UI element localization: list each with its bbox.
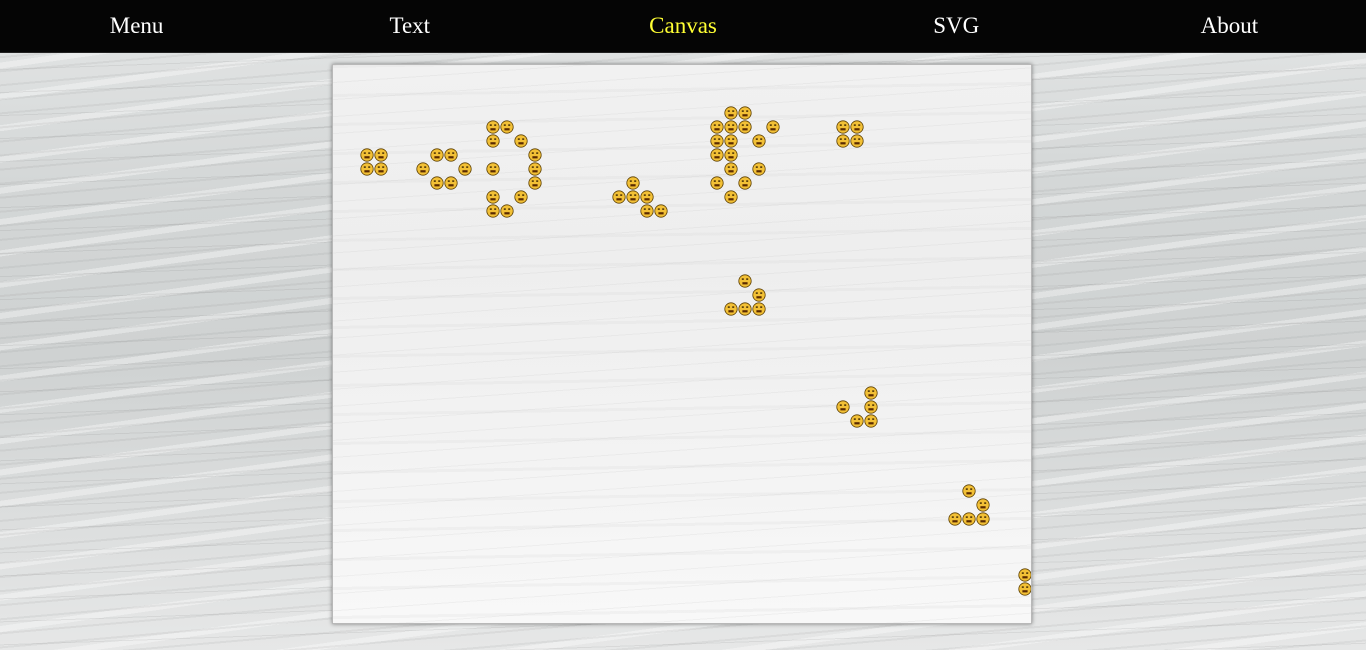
live-cell-smiley-icon bbox=[724, 120, 738, 134]
live-cell-smiley-icon bbox=[710, 148, 724, 162]
live-cell-smiley-icon bbox=[850, 120, 864, 134]
live-cell-smiley-icon bbox=[360, 162, 374, 176]
live-cell-smiley-icon bbox=[486, 190, 500, 204]
live-cell-smiley-icon bbox=[752, 162, 766, 176]
life-cells-layer bbox=[360, 106, 1031, 596]
live-cell-smiley-icon bbox=[444, 148, 458, 162]
live-cell-smiley-icon bbox=[738, 176, 752, 190]
live-cell-smiley-icon bbox=[976, 498, 990, 512]
live-cell-smiley-icon bbox=[724, 134, 738, 148]
live-cell-smiley-icon bbox=[864, 400, 878, 414]
live-cell-smiley-icon bbox=[514, 134, 528, 148]
live-cell-smiley-icon bbox=[724, 148, 738, 162]
live-cell-smiley-icon bbox=[486, 120, 500, 134]
live-cell-smiley-icon bbox=[654, 204, 668, 218]
live-cell-smiley-icon bbox=[864, 414, 878, 428]
top-nav-bar: Menu Text Canvas SVG About bbox=[0, 0, 1366, 53]
live-cell-smiley-icon bbox=[528, 162, 542, 176]
live-cell-smiley-icon bbox=[430, 176, 444, 190]
live-cell-smiley-icon bbox=[626, 176, 640, 190]
live-cell-smiley-icon bbox=[514, 190, 528, 204]
live-cell-smiley-icon bbox=[416, 162, 430, 176]
live-cell-smiley-icon bbox=[766, 120, 780, 134]
nav-canvas[interactable]: Canvas bbox=[546, 0, 819, 52]
live-cell-smiley-icon bbox=[444, 176, 458, 190]
live-cell-smiley-icon bbox=[850, 414, 864, 428]
live-cell-smiley-icon bbox=[738, 274, 752, 288]
live-cell-smiley-icon bbox=[836, 120, 850, 134]
live-cell-smiley-icon bbox=[976, 512, 990, 526]
live-cell-smiley-icon bbox=[1018, 582, 1031, 596]
live-cell-smiley-icon bbox=[738, 302, 752, 316]
live-cell-smiley-icon bbox=[962, 484, 976, 498]
live-cell-smiley-icon bbox=[850, 134, 864, 148]
game-of-life-canvas[interactable] bbox=[332, 64, 1032, 624]
live-cell-smiley-icon bbox=[486, 204, 500, 218]
live-cell-smiley-icon bbox=[962, 512, 976, 526]
live-cell-smiley-icon bbox=[710, 120, 724, 134]
live-cell-smiley-icon bbox=[500, 120, 514, 134]
live-cell-smiley-icon bbox=[458, 162, 472, 176]
live-cell-smiley-icon bbox=[640, 204, 654, 218]
live-cell-smiley-icon bbox=[836, 134, 850, 148]
nav-text[interactable]: Text bbox=[273, 0, 546, 52]
live-cell-smiley-icon bbox=[710, 176, 724, 190]
live-cell-smiley-icon bbox=[738, 106, 752, 120]
live-cell-smiley-icon bbox=[724, 190, 738, 204]
live-cell-smiley-icon bbox=[500, 204, 514, 218]
live-cell-smiley-icon bbox=[486, 162, 500, 176]
live-cell-smiley-icon bbox=[374, 148, 388, 162]
live-cell-smiley-icon bbox=[752, 302, 766, 316]
live-cell-smiley-icon bbox=[724, 302, 738, 316]
live-cell-smiley-icon bbox=[486, 134, 500, 148]
live-cell-smiley-icon bbox=[360, 148, 374, 162]
live-cell-smiley-icon bbox=[626, 190, 640, 204]
live-cell-smiley-icon bbox=[710, 134, 724, 148]
live-cell-smiley-icon bbox=[836, 400, 850, 414]
live-cell-smiley-icon bbox=[1018, 568, 1031, 582]
live-cell-smiley-icon bbox=[528, 176, 542, 190]
live-cell-smiley-icon bbox=[724, 106, 738, 120]
live-cell-smiley-icon bbox=[430, 148, 444, 162]
nav-menu[interactable]: Menu bbox=[0, 0, 273, 52]
live-cell-smiley-icon bbox=[738, 120, 752, 134]
live-cell-smiley-icon bbox=[864, 386, 878, 400]
live-cell-smiley-icon bbox=[752, 288, 766, 302]
live-cell-smiley-icon bbox=[724, 162, 738, 176]
nav-about[interactable]: About bbox=[1093, 0, 1366, 52]
live-cell-smiley-icon bbox=[528, 148, 542, 162]
live-cell-smiley-icon bbox=[612, 190, 626, 204]
live-cell-smiley-icon bbox=[948, 512, 962, 526]
live-cell-smiley-icon bbox=[640, 190, 654, 204]
live-cell-smiley-icon bbox=[752, 134, 766, 148]
nav-svg[interactable]: SVG bbox=[820, 0, 1093, 52]
live-cell-smiley-icon bbox=[374, 162, 388, 176]
